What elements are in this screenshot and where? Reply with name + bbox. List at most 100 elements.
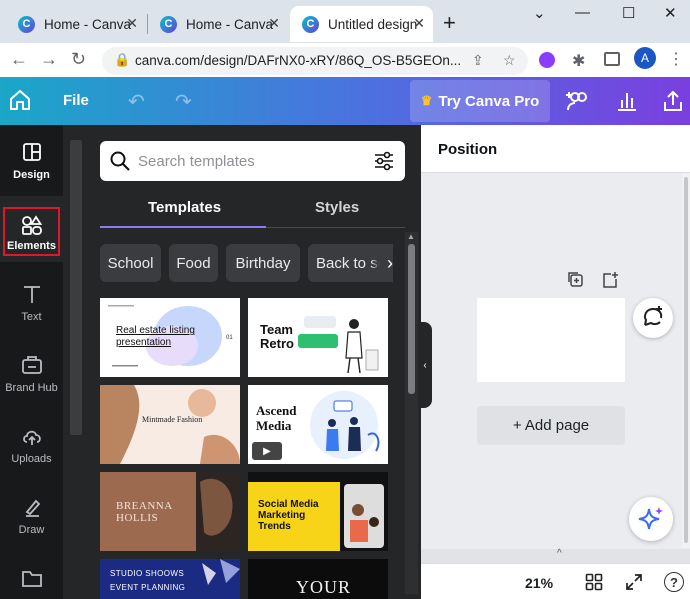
template-card[interactable]: STUDIO SHOOWS EVENT PLANNING	[100, 559, 240, 599]
sidebar-scrollbar[interactable]	[70, 140, 82, 435]
template-card[interactable]: Mintmade Fashion	[100, 385, 240, 464]
sidebar-item-design[interactable]: Design	[0, 125, 63, 191]
search-box[interactable]	[100, 141, 405, 181]
browser-tab-3[interactable]: C Untitled design ✕	[290, 6, 433, 42]
elements-highlight-box	[3, 207, 60, 256]
share-icon[interactable]	[660, 88, 686, 114]
close-icon[interactable]: ✕	[413, 15, 425, 32]
comment-add-icon	[643, 306, 663, 326]
sidebar-item-text[interactable]: Text	[0, 267, 63, 333]
chip-birthday[interactable]: Birthday	[226, 244, 300, 282]
help-icon[interactable]: ?	[664, 572, 684, 592]
close-window-icon[interactable]: ✕	[664, 4, 677, 22]
sidebar-item-label: Text	[21, 311, 42, 323]
template-card[interactable]: Social Media Marketing Trends	[248, 472, 388, 551]
crown-icon: ♛	[420, 93, 433, 108]
video-play-icon: ▶	[252, 442, 282, 460]
canva-logo-icon: C	[160, 15, 177, 33]
forward-icon[interactable]: →	[40, 49, 58, 70]
add-page-button[interactable]: + Add page	[477, 406, 625, 445]
comment-button[interactable]	[633, 298, 673, 338]
grid-view-icon[interactable]	[585, 573, 603, 591]
position-header: Position	[421, 125, 690, 173]
chip-school[interactable]: School	[100, 244, 161, 282]
undo-icon[interactable]: ↶	[128, 89, 145, 114]
close-icon[interactable]: ✕	[268, 15, 280, 32]
tab-templates[interactable]: Templates	[148, 199, 221, 216]
template-text: STUDIO SHOOWS EVENT PLANNING	[110, 569, 186, 592]
url-text[interactable]: canva.com/design/DAFrNX0-xRY/86Q_OS-B5GE…	[135, 53, 465, 68]
template-text: BREANNA HOLLIS	[116, 500, 173, 524]
collapse-panel-handle[interactable]: ‹	[418, 322, 432, 408]
design-page[interactable]	[477, 298, 625, 382]
tab-styles[interactable]: Styles	[315, 199, 359, 216]
sidebar-item-draw[interactable]: Draw	[0, 480, 63, 546]
menu-kebab-icon[interactable]: ⋮	[668, 49, 684, 69]
chip-food[interactable]: Food	[169, 244, 218, 282]
design-icon	[22, 143, 41, 161]
canvas-horizontal-scrollbar[interactable]: ^	[421, 548, 690, 563]
sidepanel-icon[interactable]	[604, 52, 620, 66]
new-tab-icon[interactable]: +	[443, 10, 456, 36]
sparkle-icon	[638, 507, 663, 530]
search-input[interactable]	[138, 150, 358, 172]
bookmark-star-icon[interactable]: ☆	[503, 52, 516, 69]
extension-icon[interactable]	[539, 52, 555, 68]
add-page-icon[interactable]	[601, 271, 619, 289]
folder-icon	[21, 571, 42, 587]
template-text: Social Media Marketing Trends	[258, 499, 319, 532]
browser-tab-2[interactable]: C Home - Canva ✕	[148, 6, 288, 42]
sidebar-item-label: Uploads	[11, 453, 52, 465]
redo-icon[interactable]: ↷	[175, 89, 192, 114]
draw-icon	[25, 499, 40, 517]
chevron-down-icon[interactable]: ⌄	[533, 4, 546, 22]
back-icon[interactable]: ←	[10, 49, 28, 70]
template-text: Team Retro	[260, 322, 294, 351]
close-icon[interactable]: ✕	[126, 15, 138, 32]
canva-logo-icon: C	[18, 15, 35, 33]
template-page-number: 01	[226, 335, 233, 341]
text-icon	[23, 286, 40, 303]
sidebar-item-label: Brand Hub	[5, 382, 58, 394]
scroll-up-icon[interactable]: ▲	[407, 232, 415, 241]
template-card[interactable]: Team Retro	[248, 298, 388, 377]
zoom-level[interactable]: 21%	[525, 575, 553, 591]
sidebar-item-brand-hub[interactable]: Brand Hub	[0, 338, 63, 404]
scrollbar-thumb[interactable]	[408, 244, 415, 394]
home-icon[interactable]	[8, 88, 32, 112]
sidebar-item-uploads[interactable]: Uploads	[0, 409, 63, 475]
canvas-scrollbar[interactable]	[682, 173, 690, 548]
fullscreen-icon[interactable]	[625, 573, 643, 591]
browser-tab-1[interactable]: C Home - Canva ✕	[6, 6, 146, 42]
chevron-right-icon[interactable]: ›	[371, 244, 393, 282]
template-card[interactable]: Real estate listing presentation 01	[100, 298, 240, 377]
maximize-icon[interactable]: ☐	[622, 4, 635, 22]
avatar[interactable]: A	[634, 47, 656, 69]
address-bar[interactable]: 🔒 canva.com/design/DAFrNX0-xRY/86Q_OS-B5…	[102, 47, 528, 75]
add-people-icon[interactable]	[565, 88, 591, 114]
search-icon	[110, 151, 130, 171]
chevron-up-icon[interactable]: ^	[557, 548, 562, 559]
browser-tab-strip: C Home - Canva ✕ C Home - Canva ✕ C Unti…	[0, 0, 690, 43]
insights-icon[interactable]	[614, 88, 640, 114]
template-card[interactable]: Ascend Media ▶	[248, 385, 388, 464]
template-card[interactable]: BREANNA HOLLIS	[100, 472, 240, 551]
template-card[interactable]: YOUR	[248, 559, 388, 599]
left-sidebar: Design Elements Text Brand Hub Uploads D…	[0, 125, 63, 599]
puzzle-icon[interactable]: ✱	[572, 51, 585, 71]
duplicate-page-icon[interactable]	[567, 271, 585, 289]
try-canva-pro-button[interactable]: ♛ Try Canva Pro	[410, 80, 550, 122]
canva-logo-icon: C	[302, 15, 319, 33]
brand-hub-icon	[21, 356, 42, 374]
magic-assistant-button[interactable]	[629, 497, 673, 541]
panel-scrollbar[interactable]: ▲	[405, 232, 418, 594]
reload-icon[interactable]: ↻	[71, 49, 86, 70]
minimize-icon[interactable]: —	[575, 4, 590, 21]
share-page-icon[interactable]: ⇪	[472, 52, 484, 69]
filter-icon[interactable]	[373, 150, 395, 172]
file-menu-button[interactable]: File	[63, 92, 89, 109]
lock-icon[interactable]: 🔒	[114, 52, 130, 68]
template-illustration	[100, 385, 240, 464]
sidebar-item-projects[interactable]	[0, 551, 63, 599]
template-text: Mintmade Fashion	[142, 415, 203, 424]
